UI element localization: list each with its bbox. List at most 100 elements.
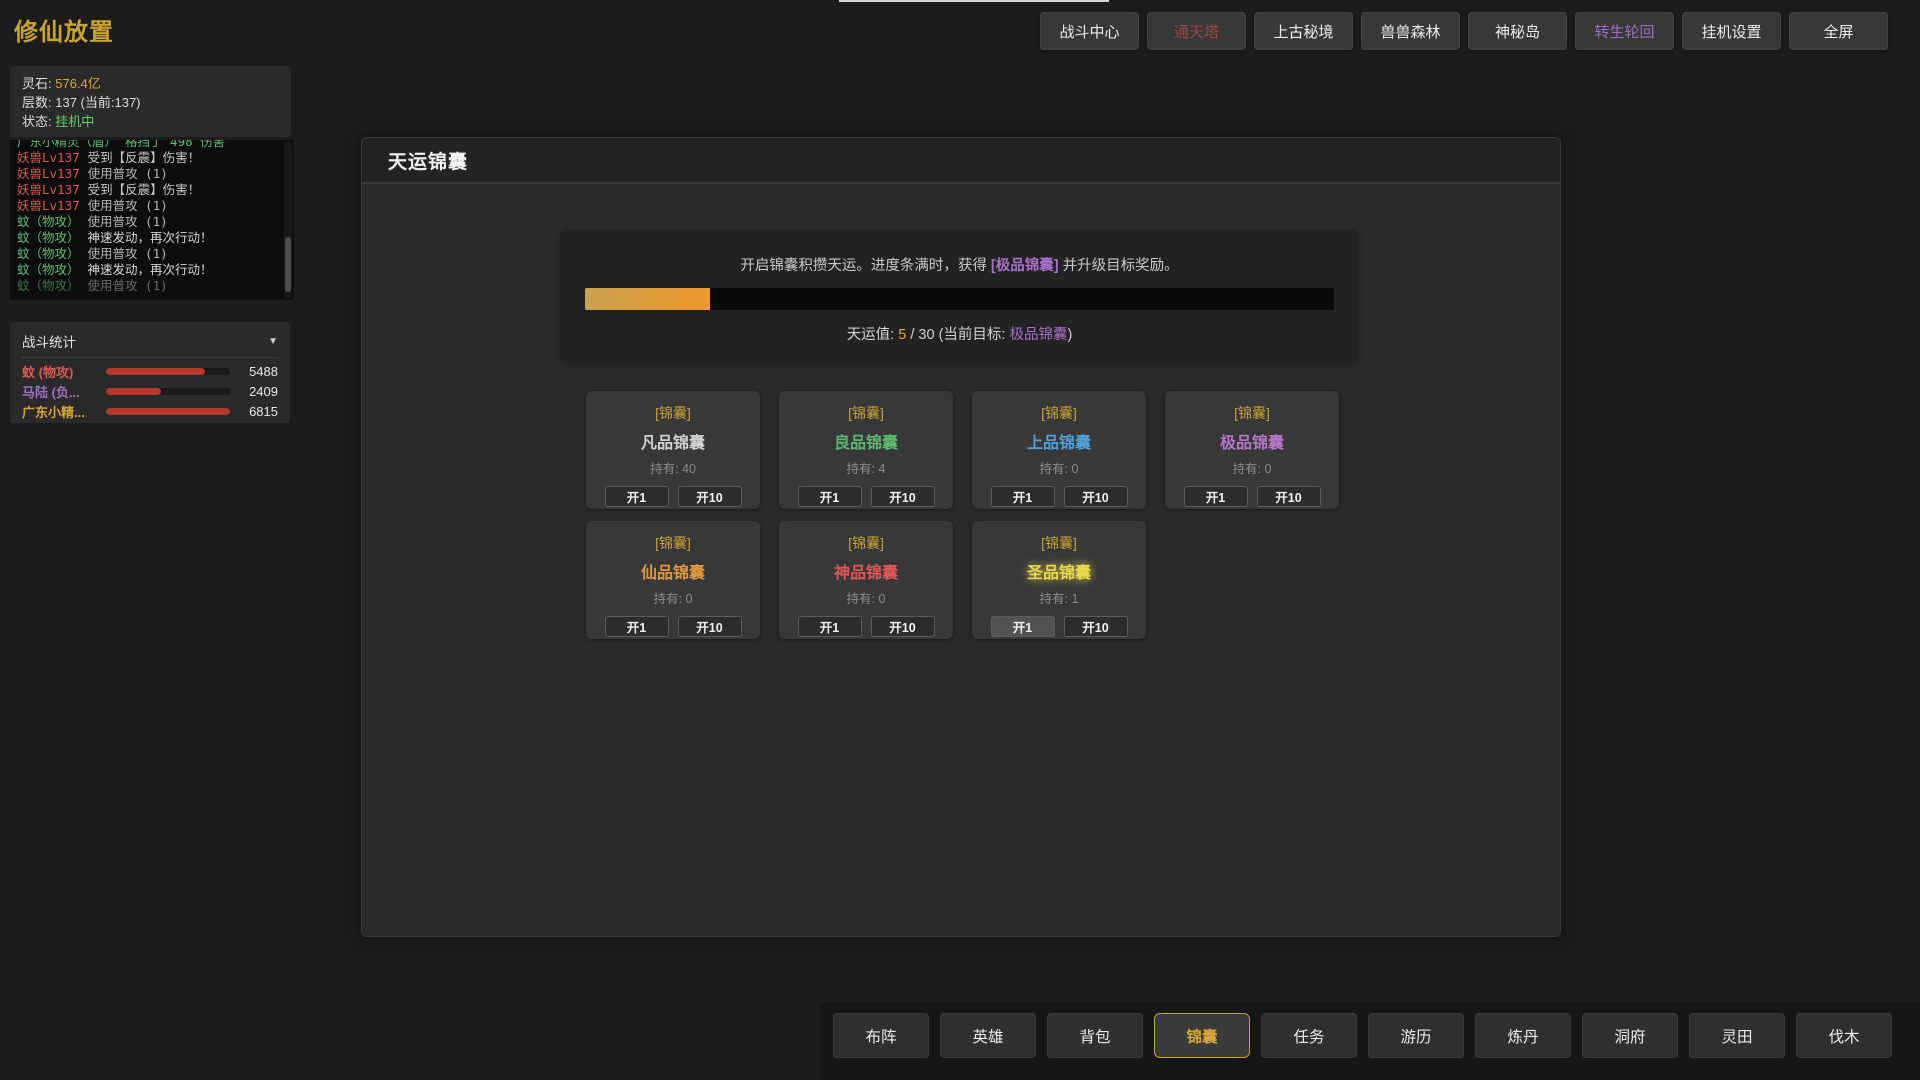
pouch-name: 凡品锦囊 <box>586 429 760 453</box>
pouch-owned-count: 持有: 40 <box>586 458 760 477</box>
pouch-owned-count: 持有: 4 <box>779 458 953 477</box>
game-root: 修仙放置 战斗中心 通天塔 上古秘境 兽兽森林 神秘岛 转生轮回 挂机设置 全屏… <box>0 0 1920 1080</box>
top-divider-line <box>839 0 1109 2</box>
pouch-name: 圣品锦囊 <box>972 559 1146 583</box>
luck-info-box: 开启锦囊积攒天运。进度条满时，获得 [极品锦囊] 并升级目标奖励。 天运值: 5… <box>561 230 1358 363</box>
pouch-owned-count: 持有: 1 <box>972 588 1146 607</box>
log-line: 妖兽Lv137使用普攻 (1) <box>17 166 282 182</box>
stat-row: 马陆 (负... 2409 <box>22 384 278 398</box>
pouch-tag: [锦囊] <box>1165 391 1339 423</box>
open-1-button[interactable]: 开1 <box>798 616 862 637</box>
spirit-stone-value: 576.4亿 <box>55 76 101 91</box>
log-line: 广东小精灵（盾）格挡了 498 伤害 <box>17 140 282 150</box>
open-1-button[interactable]: 开1 <box>991 616 1055 637</box>
card-row: [锦囊] 仙品锦囊 持有: 0 开1 开10 [锦囊] 神品锦囊 持有: 0 开… <box>586 521 1339 639</box>
open-1-button[interactable]: 开1 <box>798 486 862 507</box>
log-scrollbar <box>284 142 292 298</box>
open-10-button[interactable]: 开10 <box>871 616 935 637</box>
tab-travel[interactable]: 游历 <box>1368 1013 1464 1058</box>
pouch-panel: 天运锦囊 开启锦囊积攒天运。进度条满时，获得 [极品锦囊] 并升级目标奖励。 天… <box>361 137 1561 937</box>
pouch-tag: [锦囊] <box>586 391 760 423</box>
player-stats-panel: 灵石: 576.4亿 层数: 137 (当前:137) 状态: 挂机中 <box>10 66 291 137</box>
open-10-button[interactable]: 开10 <box>1064 616 1128 637</box>
battle-log-panel: 广东小精灵（盾）格挡了 498 伤害 妖兽Lv137受到【反震】伤害！ 妖兽Lv… <box>10 140 294 300</box>
nav-rebirth-button[interactable]: 转生轮回 <box>1575 12 1674 50</box>
damage-bar <box>106 408 230 415</box>
nav-sky-tower-button[interactable]: 通天塔 <box>1147 12 1246 50</box>
nav-beast-forest-button[interactable]: 兽兽森林 <box>1361 12 1460 50</box>
target-pouch-highlight: [极品锦囊] <box>991 258 1059 274</box>
tab-spirit-field[interactable]: 灵田 <box>1689 1013 1785 1058</box>
pouch-cards-grid: [锦囊] 凡品锦囊 持有: 40 开1 开10 [锦囊] 良品锦囊 持有: 4 … <box>586 391 1339 651</box>
pouch-tag: [锦囊] <box>779 521 953 553</box>
nav-idle-settings-button[interactable]: 挂机设置 <box>1682 12 1781 50</box>
pouch-owned-count: 持有: 0 <box>586 588 760 607</box>
log-line: 妖兽Lv137使用普攻 (1) <box>17 198 282 214</box>
open-1-button[interactable]: 开1 <box>1184 486 1248 507</box>
log-line: 蚊（物攻）使用普攻 (1) <box>17 278 282 294</box>
card-row: [锦囊] 凡品锦囊 持有: 40 开1 开10 [锦囊] 良品锦囊 持有: 4 … <box>586 391 1339 509</box>
tab-backpack[interactable]: 背包 <box>1047 1013 1143 1058</box>
card-immortal-pouch: [锦囊] 仙品锦囊 持有: 0 开1 开10 <box>586 521 760 639</box>
luck-target-name: 极品锦囊 <box>1009 327 1067 343</box>
chevron-down-icon[interactable]: ▼ <box>268 336 278 347</box>
floor-row: 层数: 137 (当前:137) <box>22 93 279 112</box>
battle-stats-header[interactable]: 战斗统计 ▼ <box>22 331 278 358</box>
open-10-button[interactable]: 开10 <box>678 486 742 507</box>
status-value: 挂机中 <box>55 114 94 129</box>
stat-row: 蚊 (物攻) 5488 <box>22 364 278 378</box>
log-line: 妖兽Lv137受到【反震】伤害！ <box>17 150 282 166</box>
game-title: 修仙放置 <box>14 12 114 47</box>
luck-progress-bar <box>585 288 1334 310</box>
pouch-name: 仙品锦囊 <box>586 559 760 583</box>
tab-formation[interactable]: 布阵 <box>833 1013 929 1058</box>
open-1-button[interactable]: 开1 <box>605 486 669 507</box>
log-line: 蚊（物攻）使用普攻 (1) <box>17 214 282 230</box>
open-1-button[interactable]: 开1 <box>991 486 1055 507</box>
tab-alchemy[interactable]: 炼丹 <box>1475 1013 1571 1058</box>
card-superior-pouch: [锦囊] 上品锦囊 持有: 0 开1 开10 <box>972 391 1146 509</box>
nav-fullscreen-button[interactable]: 全屏 <box>1789 12 1888 50</box>
tab-quests[interactable]: 任务 <box>1261 1013 1357 1058</box>
pouch-name: 极品锦囊 <box>1165 429 1339 453</box>
stat-row: 广东小精... 6815 <box>22 404 278 418</box>
nav-ancient-realm-button[interactable]: 上古秘境 <box>1254 12 1353 50</box>
damage-bar <box>106 388 230 395</box>
pouch-name: 良品锦囊 <box>779 429 953 453</box>
pouch-name: 神品锦囊 <box>779 559 953 583</box>
luck-description: 开启锦囊积攒天运。进度条满时，获得 [极品锦囊] 并升级目标奖励。 <box>561 254 1358 275</box>
card-divine-pouch: [锦囊] 神品锦囊 持有: 0 开1 开10 <box>779 521 953 639</box>
tab-cave[interactable]: 洞府 <box>1582 1013 1678 1058</box>
pouch-owned-count: 持有: 0 <box>1165 458 1339 477</box>
pouch-owned-count: 持有: 0 <box>972 458 1146 477</box>
log-line: 妖兽Lv137受到【反震】伤害！ <box>17 182 282 198</box>
card-holy-pouch: [锦囊] 圣品锦囊 持有: 1 开1 开10 <box>972 521 1146 639</box>
bottom-nav: 布阵 英雄 背包 锦囊 任务 游历 炼丹 洞府 灵田 伐木 <box>833 1013 1892 1058</box>
battle-log-lines: 广东小精灵（盾）格挡了 498 伤害 妖兽Lv137受到【反震】伤害！ 妖兽Lv… <box>17 140 282 294</box>
pouch-tag: [锦囊] <box>586 521 760 553</box>
tab-logging[interactable]: 伐木 <box>1796 1013 1892 1058</box>
top-nav: 战斗中心 通天塔 上古秘境 兽兽森林 神秘岛 转生轮回 挂机设置 全屏 <box>1040 12 1888 50</box>
open-10-button[interactable]: 开10 <box>1064 486 1128 507</box>
floor-value: 137 (当前:137) <box>55 95 140 110</box>
tab-heroes[interactable]: 英雄 <box>940 1013 1036 1058</box>
luck-progress-fill <box>585 288 710 310</box>
card-supreme-pouch: [锦囊] 极品锦囊 持有: 0 开1 开10 <box>1165 391 1339 509</box>
pouch-tag: [锦囊] <box>972 521 1146 553</box>
log-scrollbar-thumb[interactable] <box>285 237 291 292</box>
battle-stats-panel: 战斗统计 ▼ 蚊 (物攻) 5488 马陆 (负... 2409 广东小精...… <box>10 322 290 423</box>
open-1-button[interactable]: 开1 <box>605 616 669 637</box>
pouch-tag: [锦囊] <box>972 391 1146 423</box>
nav-mystery-island-button[interactable]: 神秘岛 <box>1468 12 1567 50</box>
log-line: 蚊（物攻）神速发动，再次行动！ <box>17 262 282 278</box>
spirit-stone-row: 灵石: 576.4亿 <box>22 74 279 93</box>
card-good-pouch: [锦囊] 良品锦囊 持有: 4 开1 开10 <box>779 391 953 509</box>
open-10-button[interactable]: 开10 <box>1257 486 1321 507</box>
nav-battle-center-button[interactable]: 战斗中心 <box>1040 12 1139 50</box>
pouch-owned-count: 持有: 0 <box>779 588 953 607</box>
log-line: 蚊（物攻）使用普攻 (1) <box>17 246 282 262</box>
tab-pouch[interactable]: 锦囊 <box>1154 1013 1250 1058</box>
open-10-button[interactable]: 开10 <box>871 486 935 507</box>
open-10-button[interactable]: 开10 <box>678 616 742 637</box>
pouch-panel-title: 天运锦囊 <box>362 138 1560 184</box>
